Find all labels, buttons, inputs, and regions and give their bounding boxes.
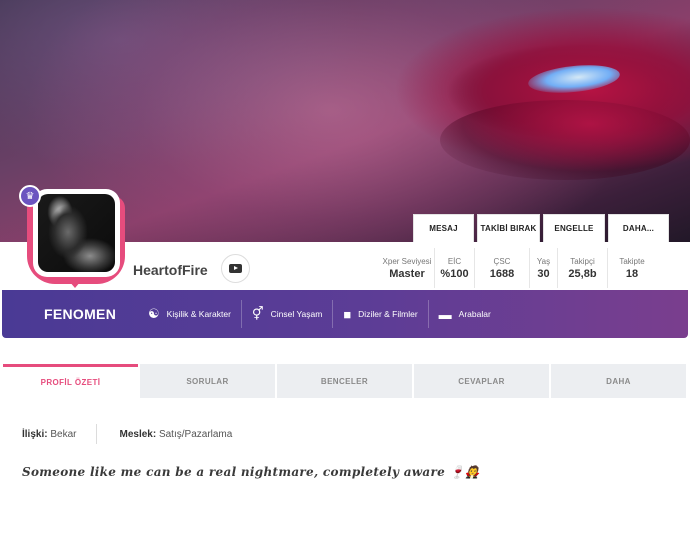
interest-item-personality[interactable]: ☯ Kişilik & Karakter (138, 300, 242, 328)
profile-tabs: PROFİL ÖZETİ SORULAR BENCELER CEVAPLAR D… (3, 364, 686, 398)
avatar-notch (69, 281, 81, 288)
message-button[interactable]: MESAJ (413, 214, 474, 242)
stat-value: %100 (440, 267, 469, 280)
interest-label: Arabalar (458, 309, 491, 319)
relationship-detail: İlişki: Bekar (22, 429, 76, 440)
youtube-button[interactable] (221, 254, 250, 283)
stat-csc: ÇSC 1688 (475, 248, 530, 288)
stat-label: EİC (447, 256, 462, 266)
stat-age: Yaş 30 (530, 248, 558, 288)
tab-benceler[interactable]: BENCELER (277, 364, 412, 398)
tab-questions[interactable]: SORULAR (140, 364, 275, 398)
stat-label: ÇSC (493, 256, 511, 266)
interest-item-cars[interactable]: ▬ Arabalar (429, 300, 501, 328)
car-icon: ▬ (438, 306, 452, 322)
gender-icon: ⚥ (251, 306, 264, 321)
cover-lip-shine (526, 61, 622, 97)
stat-value: 25,8b (568, 267, 597, 280)
job-label: Meslek: (119, 428, 157, 440)
interest-list: ☯ Kişilik & Karakter ⚥ Cinsel Yaşam ■ Di… (138, 300, 501, 328)
cover-lip-shade (440, 100, 690, 180)
stat-label: Yaş (536, 256, 551, 266)
job-detail: Meslek: Satış/Pazarlama (119, 429, 232, 440)
stat-label: Takipçi (570, 256, 595, 266)
job-value: Satış/Pazarlama (158, 428, 233, 440)
stat-following[interactable]: Takipte 18 (608, 248, 656, 288)
stat-label: Takipte (619, 256, 645, 266)
stat-xper-level: Xper Seviyesi Master (380, 248, 435, 288)
detail-divider (96, 424, 98, 444)
stat-value: Master (389, 267, 425, 280)
unfollow-button[interactable]: TAKİBİ BIRAK (477, 214, 540, 242)
avatar-frame (33, 189, 120, 277)
tab-more[interactable]: DAHA (551, 364, 686, 398)
username[interactable]: HeartofFire (133, 262, 208, 278)
profile-bio: Someone like me can be a real nightmare,… (22, 465, 481, 479)
camera-icon: ■ (343, 306, 352, 322)
interest-item-sexual-life[interactable]: ⚥ Cinsel Yaşam (242, 300, 334, 328)
stat-value: 30 (537, 267, 550, 280)
avatar[interactable] (38, 194, 115, 272)
interest-item-series-films[interactable]: ■ Diziler & Filmler (333, 300, 429, 328)
relationship-value: Bekar (50, 428, 77, 440)
tab-answers[interactable]: CEVAPLAR (414, 364, 549, 398)
block-button[interactable]: ENGELLE (543, 214, 605, 242)
relationship-label: İlişki: (22, 428, 48, 440)
crown-icon: ♛ (19, 185, 41, 207)
stat-followers[interactable]: Takipçi 25,8b (558, 248, 608, 288)
profile-stats: Xper Seviyesi Master EİC %100 ÇSC 1688 Y… (380, 248, 656, 288)
stat-label: Xper Seviyesi (382, 256, 432, 266)
youtube-icon (229, 264, 242, 273)
rank-title: FENOMEN (44, 306, 117, 322)
stat-value: 1688 (489, 267, 515, 280)
interest-label: Kişilik & Karakter (166, 309, 231, 319)
personality-icon: ☯ (148, 306, 160, 321)
stat-eic: EİC %100 (435, 248, 475, 288)
profile-actions: MESAJ TAKİBİ BIRAK ENGELLE DAHA... (413, 214, 669, 242)
stat-value: 18 (625, 267, 639, 280)
interest-label: Cinsel Yaşam (270, 309, 323, 319)
more-actions-button[interactable]: DAHA... (608, 214, 669, 242)
tab-profile-summary[interactable]: PROFİL ÖZETİ (3, 364, 138, 398)
profile-details: İlişki: Bekar Meslek: Satış/Pazarlama (22, 424, 232, 444)
interest-label: Diziler & Filmler (358, 309, 418, 319)
